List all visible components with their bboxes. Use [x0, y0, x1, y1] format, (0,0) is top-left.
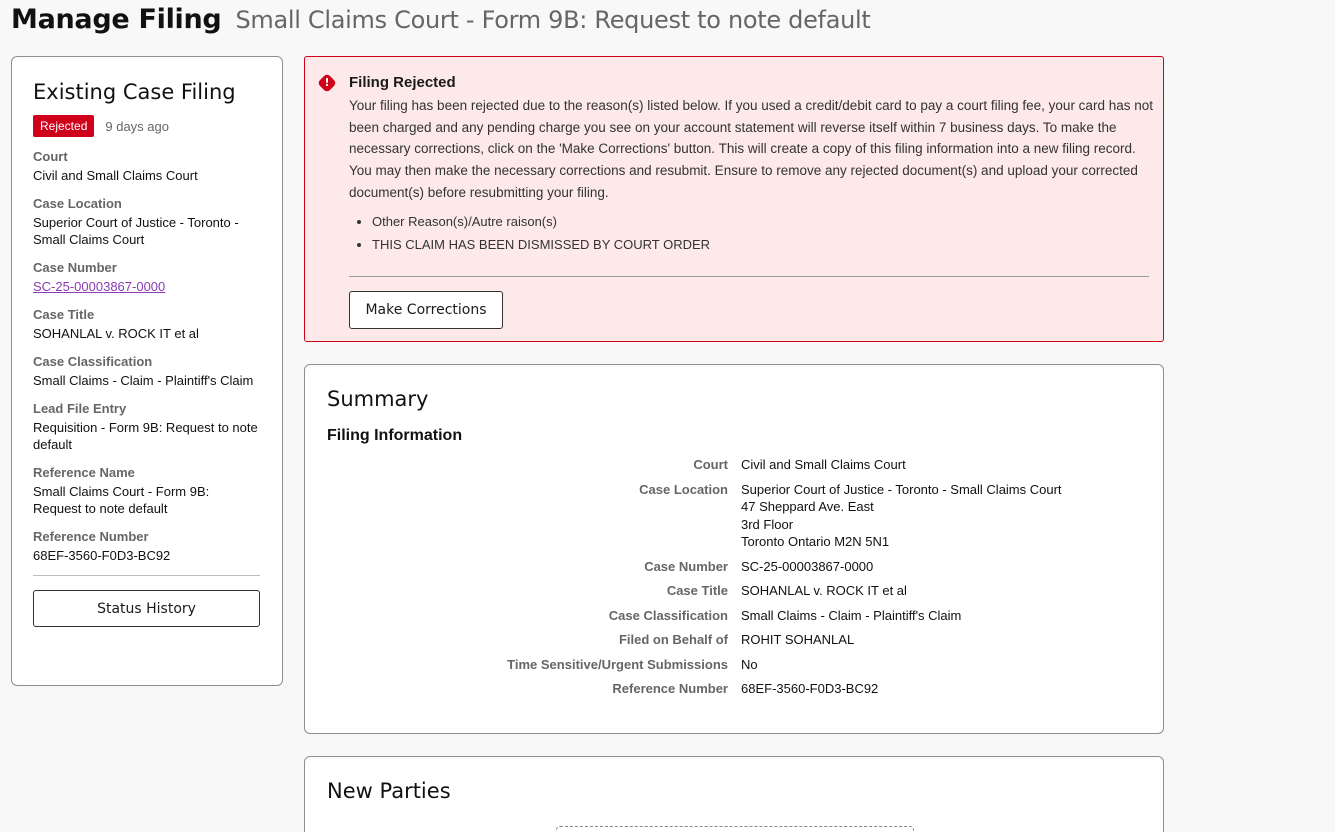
summary-title: Summary — [327, 387, 429, 411]
info-value-line: SOHANLAL v. ROCK IT et al — [741, 583, 907, 598]
info-value: ROHIT SOHANLAL — [741, 631, 854, 649]
rejection-reasons: Other Reason(s)/Autre raison(s) THIS CLA… — [349, 210, 1153, 256]
divider — [33, 575, 260, 576]
field-label: Case Classification — [33, 354, 153, 369]
status-history-button[interactable]: Status History — [33, 590, 260, 627]
alert-message: Your filing has been rejected due to the… — [349, 98, 1153, 200]
info-value-line: 47 Sheppard Ave. East — [741, 499, 874, 514]
info-row-time-sensitive: Time Sensitive/Urgent Submissions No — [305, 656, 1165, 674]
filing-rejected-alert: ! Filing Rejected Your filing has been r… — [304, 56, 1164, 342]
field-case-classification: Case Classification Small Claims - Claim… — [33, 353, 260, 389]
field-value: Superior Court of Justice - Toronto - Sm… — [33, 215, 239, 247]
field-case-title: Case Title SOHANLAL v. ROCK IT et al — [33, 306, 260, 342]
divider — [349, 275, 1149, 277]
field-reference-number: Reference Number 68EF-3560-F0D3-BC92 — [33, 528, 260, 564]
page-subtitle: Small Claims Court - Form 9B: Request to… — [235, 6, 871, 34]
info-key: Case Location — [639, 481, 728, 497]
field-value: Requisition - Form 9B: Request to note d… — [33, 420, 258, 452]
field-label: Reference Name — [33, 465, 135, 480]
info-value-line: SC-25-00003867-0000 — [741, 558, 874, 574]
info-key: Case Number — [644, 558, 728, 574]
field-value: Small Claims Court - Form 9B: Request to… — [33, 484, 210, 516]
filing-information-heading: Filing Information — [327, 427, 463, 444]
info-value: SC-25-00003867-0000 — [741, 558, 873, 576]
status-badge: Rejected — [33, 115, 95, 137]
existing-case-filing-card: Existing Case Filing Rejected 9 days ago… — [11, 56, 283, 686]
info-row-case-title: Case Title SOHANLAL v. ROCK IT et al — [305, 582, 1165, 600]
field-value: Small Claims - Claim - Plaintiff's Claim — [33, 373, 254, 388]
field-label: Case Number — [33, 260, 117, 275]
exclamation-icon: ! — [317, 73, 337, 93]
filing-age: 9 days ago — [105, 118, 169, 134]
summary-card: Summary Filing Information Court Civil a… — [304, 364, 1164, 734]
field-case-location: Case Location Superior Court of Justice … — [33, 195, 260, 248]
info-key: Court — [693, 457, 728, 472]
new-parties-title: New Parties — [327, 779, 451, 803]
info-value: 68EF-3560-F0D3-BC92 — [741, 680, 878, 698]
info-row-case-classification: Case Classification Small Claims - Claim… — [305, 607, 1165, 625]
info-row-court: Court Civil and Small Claims Court — [305, 456, 1165, 474]
info-key: Reference Number — [612, 681, 728, 696]
existing-case-filing-title: Existing Case Filing — [33, 80, 236, 104]
info-row-filed-on-behalf-of: Filed on Behalf of ROHIT SOHANLAL — [305, 631, 1165, 649]
field-label: Case Title — [33, 307, 95, 322]
info-row-reference-number: Reference Number 68EF-3560-F0D3-BC92 — [305, 680, 1165, 698]
list-item: Other Reason(s)/Autre raison(s) — [372, 210, 1153, 233]
info-value-line: 3rd Floor — [741, 516, 794, 532]
info-value-line: Small Claims - Claim - Plaintiff's Claim — [741, 607, 962, 623]
field-court: Court Civil and Small Claims Court — [33, 148, 260, 184]
info-value-line: Toronto Ontario M2N 5N1 — [741, 534, 890, 549]
info-value: No — [741, 656, 758, 674]
info-value-line: Superior Court of Justice - Toronto - Sm… — [741, 481, 1062, 497]
info-value: Civil and Small Claims Court — [741, 456, 906, 474]
alert-body: Filing Rejected Your filing has been rej… — [349, 73, 1153, 329]
field-case-number: Case Number SC-25-00003867-0000 — [33, 259, 260, 295]
case-number-link[interactable]: SC-25-00003867-0000 — [33, 278, 260, 295]
info-value-line: Civil and Small Claims Court — [741, 457, 906, 472]
filing-information-table: Court Civil and Small Claims Court Case … — [305, 456, 1165, 705]
list-item: THIS CLAIM HAS BEEN DISMISSED BY COURT O… — [372, 233, 1153, 256]
page-header: Manage Filing Small Claims Court - Form … — [11, 4, 871, 35]
info-value: SOHANLAL v. ROCK IT et al — [741, 582, 907, 600]
info-row-case-number: Case Number SC-25-00003867-0000 — [305, 558, 1165, 576]
field-label: Lead File Entry — [33, 401, 127, 416]
field-lead-file-entry: Lead File Entry Requisition - Form 9B: R… — [33, 400, 260, 453]
info-key: Case Classification — [608, 607, 728, 623]
page-title: Manage Filing — [11, 4, 222, 35]
info-key: Time Sensitive/Urgent Submissions — [507, 656, 728, 672]
info-value: Superior Court of Justice - Toronto - Sm… — [741, 481, 1062, 551]
field-value: 68EF-3560-F0D3-BC92 — [33, 548, 171, 563]
info-value-line: ROHIT SOHANLAL — [741, 632, 855, 647]
field-label: Court — [33, 149, 68, 164]
make-corrections-button[interactable]: Make Corrections — [349, 290, 503, 329]
status-row: Rejected 9 days ago — [33, 115, 260, 137]
info-key: Case Title — [666, 583, 728, 598]
info-value: Small Claims - Claim - Plaintiff's Claim — [741, 607, 961, 625]
info-key: Filed on Behalf of — [618, 632, 728, 647]
new-parties-card: New Parties — [304, 756, 1164, 832]
field-reference-name: Reference Name Small Claims Court - Form… — [33, 464, 260, 517]
info-value-line: No — [741, 656, 758, 672]
field-label: Reference Number — [33, 529, 149, 544]
info-row-case-location: Case Location Superior Court of Justice … — [305, 481, 1165, 551]
add-party-dropzone[interactable] — [556, 826, 914, 832]
info-value-line: 68EF-3560-F0D3-BC92 — [741, 681, 879, 696]
field-value: SOHANLAL v. ROCK IT et al — [33, 326, 199, 341]
field-value: Civil and Small Claims Court — [33, 168, 198, 183]
field-label: Case Location — [33, 196, 122, 211]
alert-title: Filing Rejected — [349, 74, 456, 91]
